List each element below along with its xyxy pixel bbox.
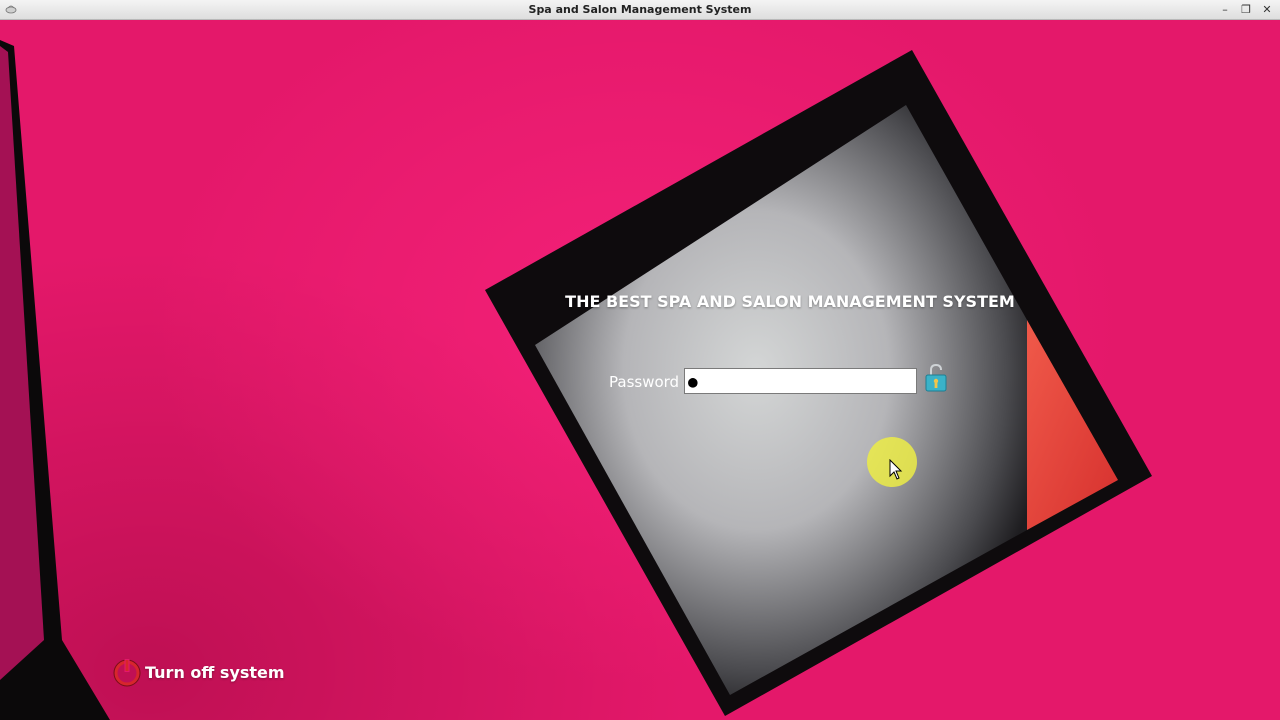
login-stage [0,20,1280,720]
turn-off-label: Turn off system [145,662,285,682]
restore-button[interactable]: ❐ [1238,2,1254,17]
minimize-button[interactable]: – [1217,2,1233,17]
window-title: Spa and Salon Management System [528,3,752,16]
turn-off-button[interactable]: Turn off system [112,655,285,689]
unlock-button[interactable] [923,363,949,393]
app-window: Spa and Salon Management System – ❐ ✕ TH… [0,0,1280,720]
padlock-open-icon [925,363,947,392]
title-bar[interactable]: Spa and Salon Management System – ❐ ✕ [0,0,1280,20]
close-button[interactable]: ✕ [1259,2,1275,17]
password-label: Password [609,373,680,391]
password-input[interactable] [684,368,917,394]
power-icon [113,659,141,687]
panel-inner [535,105,1027,695]
mouse-pointer-icon [889,459,903,480]
background-decoration [0,40,1152,720]
page-title: THE BEST SPA AND SALON MANAGEMENT SYSTEM [565,292,1015,311]
